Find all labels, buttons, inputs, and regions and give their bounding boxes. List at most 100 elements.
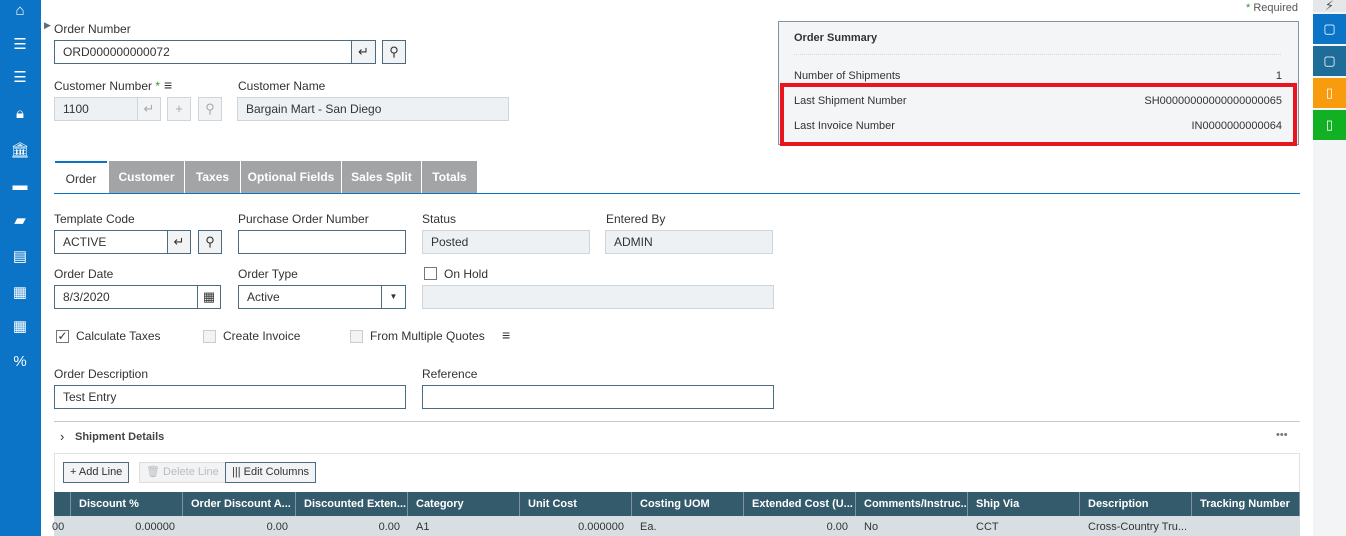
summary-label: Last Shipment Number [794,95,907,107]
template-code-input[interactable]: ACTIVE [54,230,168,254]
table-cell: 0.00 [378,521,400,533]
tab-totals[interactable]: Totals [422,161,477,193]
description-input[interactable]: Test Entry [54,385,406,409]
table-cell: Cross-Country Tru... [1088,521,1188,533]
menu-icon[interactable]: ≡ [502,327,510,343]
table-cell: 0.000000 [578,521,624,533]
column-header[interactable]: Tracking Number [1192,492,1300,516]
percent-icon[interactable]: % [10,353,30,371]
more-options-icon[interactable]: ••• [1276,429,1288,441]
summary-value: IN0000000000064 [1191,120,1282,132]
bank-icon[interactable]: 🏛︎ [10,142,30,160]
reference-input[interactable] [422,385,774,409]
required-star: * [155,79,161,93]
highlight-box [780,83,1297,146]
home-icon[interactable]: ⌂ [10,2,30,20]
column-header[interactable]: Extended Cost (U... [744,492,856,516]
calculate-taxes-label: Calculate Taxes [76,329,161,343]
left-nav: ⌂ ☰ ☰ 🔒︎ 🏛︎ ▬ ▰ ▤ ▦ ▦ % [0,0,41,536]
search-icon[interactable]: ⚲ [382,40,406,64]
upload-list-icon[interactable]: ☰ [10,36,30,54]
menu-icon[interactable]: ≡ [164,77,172,93]
customer-name-field: Bargain Mart - San Diego [237,97,509,121]
column-header[interactable]: Unit Cost [520,492,632,516]
column-header[interactable]: Order Discount A... [183,492,296,516]
tab-optional-fields[interactable]: Optional Fields [241,161,341,193]
add-line-button[interactable]: + Add Line [63,462,130,483]
column-header[interactable] [54,492,71,516]
column-header[interactable]: Discounted Exten... [296,492,408,516]
create-invoice-label: Create Invoice [223,329,301,343]
document-search-icon[interactable]: ▯ [1313,110,1346,140]
entered-by-label: Entered By [606,212,666,226]
download-list-icon[interactable]: ☰ [10,69,30,87]
enter-icon[interactable]: ↵ [167,230,191,254]
briefcase-icon[interactable]: ▬ [10,177,30,195]
customer-number-input[interactable]: 1100 [54,97,138,121]
search-icon[interactable]: ⚲ [198,97,222,121]
table-cell: 00 [52,521,65,533]
tab-taxes[interactable]: Taxes [185,161,240,193]
lock-icon[interactable]: 🔒︎ [10,105,30,123]
tab-order[interactable]: Order [55,161,107,193]
customer-number-label: Customer Number [54,79,153,93]
summary-title: Order Summary [794,32,878,44]
table-cell: 0.00 [826,521,848,533]
order-date-label: Order Date [54,267,114,281]
add-icon: + [167,97,191,121]
edit-columns-button[interactable]: ||| Edit Columns [225,462,317,483]
calendar-icon[interactable]: ▦ [197,285,221,309]
summary-label: Number of Shipments [794,70,901,82]
customer-name-label: Customer Name [238,79,326,93]
enter-icon: ↵ [137,97,161,121]
summary-value: 1 [1275,70,1282,82]
document-icon[interactable]: ▦ [10,284,30,302]
tab-sales-split[interactable]: Sales Split [342,161,421,193]
multiple-quotes-checkbox[interactable] [350,330,363,343]
report-icon[interactable]: ▯ [1313,78,1346,108]
search-icon[interactable]: ⚲ [198,230,222,254]
table-cell: No [864,521,879,533]
table-cell: CCT [976,521,999,533]
order-number-label: Order Number [54,22,131,36]
enter-icon[interactable]: ↵ [351,40,376,64]
window-clock-icon[interactable]: ▢ [1313,46,1346,76]
column-header[interactable]: Discount % [71,492,183,516]
right-nav: ⚡︎ ▢ ▢ ▯ ▯ [1313,0,1346,536]
order-number-input[interactable]: ORD000000000072 [54,40,352,64]
column-header[interactable]: Ship Via [968,492,1080,516]
description-label: Order Description [54,367,149,381]
column-header[interactable]: Comments/Instruc... [856,492,968,516]
column-header[interactable]: Costing UOM [632,492,744,516]
tab-customer[interactable]: Customer [109,161,184,193]
on-hold-checkbox[interactable] [424,267,437,280]
calculate-taxes-checkbox[interactable]: ✓ [56,330,69,343]
chevron-right-icon[interactable]: › [60,429,64,444]
reference-label: Reference [422,367,478,381]
po-label: Purchase Order Number [238,212,369,226]
chevron-down-icon[interactable]: ▼ [381,286,405,308]
table-cell [1192,516,1300,536]
column-header[interactable]: Category [408,492,520,516]
expand-panel-icon[interactable]: ▶ [44,20,51,31]
folder-icon[interactable]: ▰ [10,212,30,230]
po-input[interactable] [238,230,406,254]
status-label: Status [422,212,457,226]
windows-icon[interactable]: ▢ [1313,14,1346,44]
status-field: Posted [422,230,590,254]
shipment-details-title[interactable]: Shipment Details [75,431,164,443]
template-code-label: Template Code [54,212,135,226]
delete-line-button: 🗑︎ Delete Line [139,462,226,483]
spreadsheet-icon[interactable]: ▦ [10,318,30,336]
drawer-icon[interactable]: ▤ [10,248,30,266]
entered-by-field: ADMIN [605,230,773,254]
multiple-quotes-label: From Multiple Quotes [370,329,485,343]
order-date-input[interactable]: 8/3/2020 [54,285,198,309]
table-cell: Ea. [640,521,657,533]
order-type-label: Order Type [238,267,298,281]
summary-label: Last Invoice Number [794,120,895,132]
create-invoice-checkbox[interactable] [203,330,216,343]
column-header[interactable]: Description [1080,492,1192,516]
pin-icon[interactable]: ⚡︎ [1313,0,1346,12]
on-hold-reason-field [422,285,774,309]
